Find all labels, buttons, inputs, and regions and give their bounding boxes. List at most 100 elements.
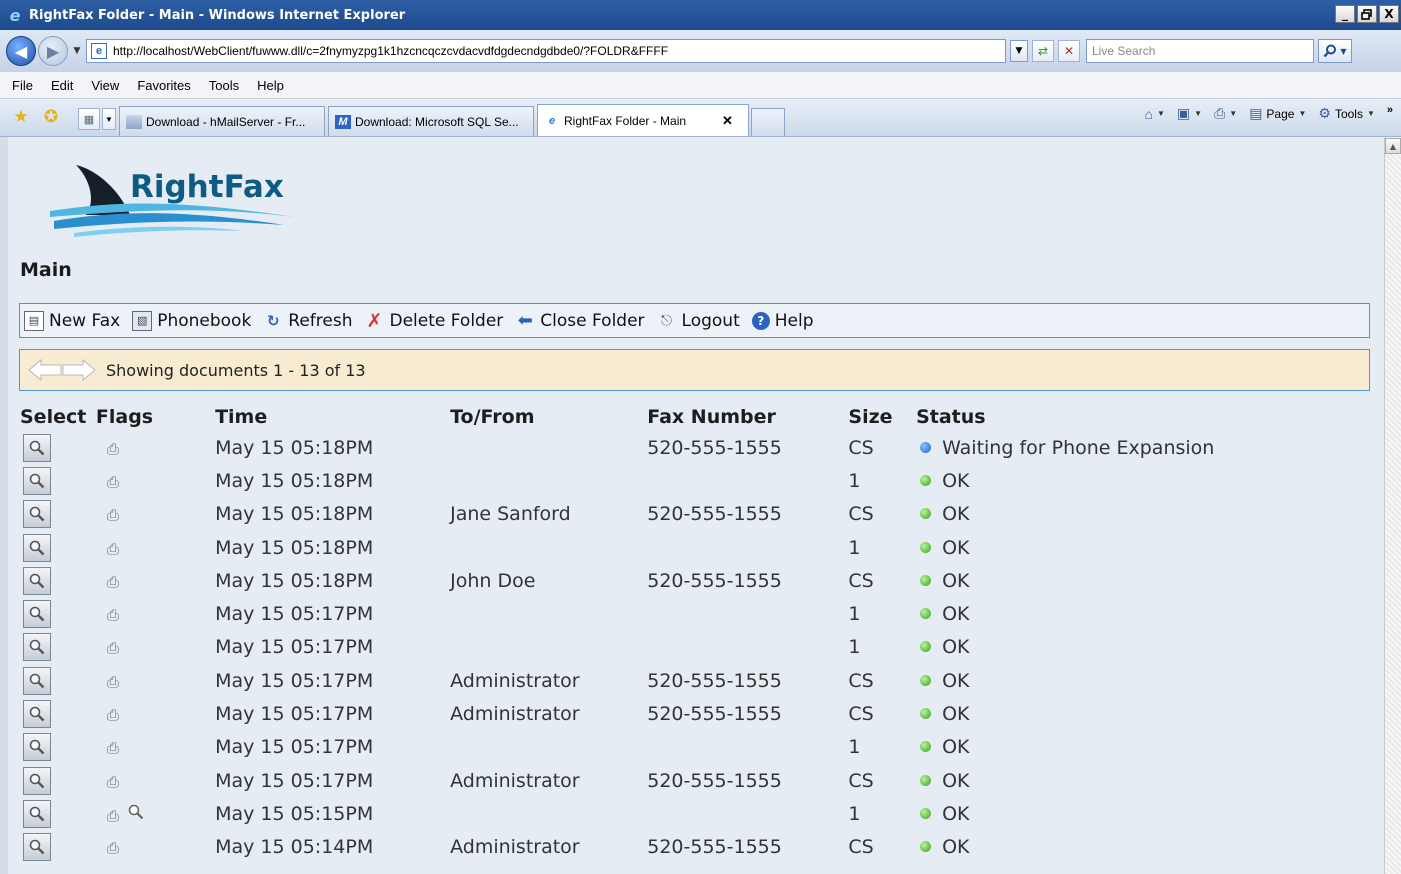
size-cell: CS <box>848 769 874 792</box>
live-search-input[interactable]: Live Search <box>1086 39 1314 63</box>
fax-machine-icon: ⎙ <box>106 506 119 525</box>
feeds-dropdown-icon[interactable]: ▼ <box>1194 109 1202 118</box>
menu-file[interactable]: File <box>0 78 42 93</box>
status-text: OK <box>942 769 970 792</box>
logout-button[interactable]: ⎋ Logout <box>657 311 740 331</box>
minimize-button[interactable]: _ <box>1335 5 1355 23</box>
select-document-button[interactable] <box>23 633 51 662</box>
close-folder-button[interactable]: ⬅ Close Folder <box>515 310 645 331</box>
url-dropdown-button[interactable]: ▼ <box>1010 40 1028 62</box>
menu-help[interactable]: Help <box>248 78 293 93</box>
status-text: OK <box>942 569 970 592</box>
recent-pages-dropdown[interactable]: ▼ <box>70 46 84 56</box>
chevron-more-icon[interactable]: » <box>1387 104 1393 116</box>
status-text: OK <box>942 669 970 692</box>
time-cell: May 15 05:18PM <box>215 503 374 526</box>
menu-favorites[interactable]: Favorites <box>128 78 199 93</box>
help-button[interactable]: ? Help <box>751 311 814 331</box>
select-document-button[interactable] <box>23 666 51 695</box>
delete-x-icon: ✗ <box>366 309 383 332</box>
select-document-button[interactable] <box>23 600 51 629</box>
magnifier-icon <box>29 440 45 455</box>
tab-sql-server[interactable]: M Download: Microsoft SQL Se... <box>328 106 534 136</box>
fax-number-cell: 520-555-1555 <box>647 669 782 692</box>
status-cell: OK <box>916 831 1384 864</box>
close-tab-icon[interactable]: ✕ <box>722 113 733 129</box>
search-icon <box>1324 44 1337 58</box>
back-button[interactable]: ◀ <box>6 36 36 66</box>
vertical-scrollbar[interactable]: ▲ <box>1384 137 1401 874</box>
phonebook-button[interactable]: ▧ Phonebook <box>132 310 251 331</box>
column-header-size[interactable]: Size <box>848 403 916 431</box>
new-tab-button[interactable] <box>751 108 785 136</box>
select-document-button[interactable] <box>23 466 51 495</box>
select-document-button[interactable] <box>23 433 51 462</box>
column-header-to-from[interactable]: To/From <box>450 403 647 431</box>
forward-button[interactable]: ▶ <box>38 36 68 66</box>
select-document-button[interactable] <box>23 566 51 595</box>
to-from-cell <box>450 797 647 830</box>
tab-label: Download: Microsoft SQL Se... <box>355 114 519 129</box>
time-cell: May 15 05:14PM <box>215 836 374 859</box>
select-document-button[interactable] <box>23 500 51 529</box>
page-menu-button[interactable]: Page <box>1266 107 1294 121</box>
tools-menu-button[interactable]: Tools <box>1335 107 1363 121</box>
fax-number-cell: 520-555-1555 <box>647 836 782 859</box>
print-dropdown-icon[interactable]: ▼ <box>1229 109 1237 118</box>
new-fax-button[interactable]: ▤ New Fax <box>24 310 120 331</box>
print-icon[interactable]: ⎙ <box>1214 105 1225 122</box>
menu-tools[interactable]: Tools <box>200 78 248 93</box>
add-favorite-icon[interactable]: ✪ <box>40 106 62 128</box>
to-from-cell <box>450 597 647 630</box>
select-document-button[interactable] <box>23 766 51 795</box>
magnifier-icon <box>29 573 45 589</box>
feeds-icon[interactable]: ▣ <box>1177 105 1190 122</box>
page-dropdown-icon[interactable]: ▼ <box>1298 109 1306 118</box>
tab-hmailserver[interactable]: Download - hMailServer - Fr... <box>119 106 325 136</box>
table-row: ⎙ May 15 05:17PM 1 OK <box>20 597 1384 630</box>
url-field[interactable]: e http://localhost/WebClient/fuwww.dll/c… <box>86 39 1006 63</box>
home-icon[interactable]: ⌂ <box>1145 106 1153 122</box>
tab-rightfax[interactable]: e RightFax Folder - Main ✕ <box>537 104 749 136</box>
column-header-status[interactable]: Status <box>916 403 1384 431</box>
home-dropdown-icon[interactable]: ▼ <box>1157 109 1165 118</box>
refresh-page-button[interactable]: ⇄ <box>1032 40 1054 62</box>
phonebook-icon: ▧ <box>132 310 153 331</box>
next-page-button[interactable] <box>60 358 98 382</box>
select-document-button[interactable] <box>23 733 51 762</box>
delete-folder-button[interactable]: ✗ Delete Folder <box>365 309 504 332</box>
scroll-up-button[interactable]: ▲ <box>1385 138 1401 154</box>
stop-button[interactable]: ✕ <box>1058 40 1080 62</box>
select-document-button[interactable] <box>23 833 51 862</box>
status-dot-icon <box>920 741 932 753</box>
table-row: ⎙ May 15 05:14PM Administrator 520-555-1555… <box>20 831 1384 864</box>
column-header-fax-number[interactable]: Fax Number <box>647 403 848 431</box>
back-arrow-icon: ⬅ <box>517 310 533 331</box>
fax-number-cell: 520-555-1555 <box>647 703 782 726</box>
select-document-button[interactable] <box>23 799 51 828</box>
column-header-time[interactable]: Time <box>215 403 450 431</box>
maximize-button[interactable] <box>1357 5 1377 23</box>
select-cell <box>20 664 96 697</box>
select-document-button[interactable] <box>23 700 51 729</box>
quick-tabs-button[interactable]: ▦ <box>78 108 100 130</box>
fax-machine-icon: ⎙ <box>106 439 119 458</box>
to-from-cell <box>450 531 647 564</box>
tools-dropdown-icon[interactable]: ▼ <box>1367 109 1375 118</box>
logout-door-icon: ⎋ <box>661 312 673 329</box>
page-content: RightFax Main ▤ New Fax ▧ Phonebook ↻ Re… <box>8 137 1384 874</box>
select-document-button[interactable] <box>23 533 51 562</box>
tab-bar: ★ ✪ ▦ ▼ Download - hMailServer - Fr... M… <box>0 99 1401 137</box>
menu-edit[interactable]: Edit <box>42 78 82 93</box>
favorites-star-icon[interactable]: ★ <box>10 106 32 128</box>
refresh-button[interactable]: ↻ Refresh <box>263 310 353 331</box>
refresh-label: Refresh <box>288 310 353 331</box>
fax-machine-icon: ⎙ <box>106 539 119 558</box>
close-window-button[interactable]: X <box>1379 5 1399 23</box>
previous-page-button[interactable] <box>26 358 64 382</box>
menu-view[interactable]: View <box>82 78 128 93</box>
search-button[interactable]: ▼ <box>1318 39 1352 63</box>
tab-list-dropdown[interactable]: ▼ <box>102 108 116 130</box>
magnifier-icon <box>29 773 45 788</box>
status-text: OK <box>942 503 970 526</box>
